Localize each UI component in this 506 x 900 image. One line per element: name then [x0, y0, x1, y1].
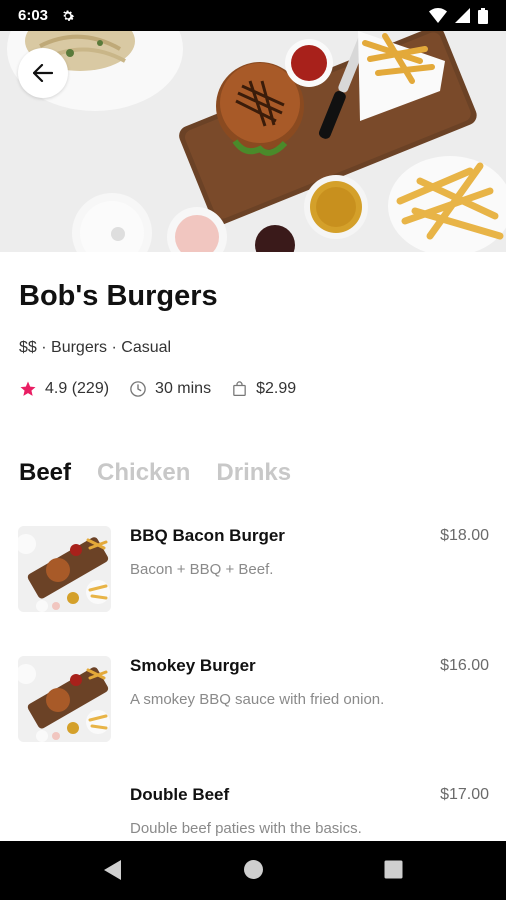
menu-item-price: $18.00: [440, 527, 489, 544]
menu-item-description: Bacon + BBQ + Beef.: [130, 561, 274, 578]
nav-recents-icon[interactable]: [384, 860, 403, 879]
nav-back-icon[interactable]: [102, 859, 122, 881]
delivery-time-text: 30 mins: [155, 380, 212, 397]
menu-item-name: Double Beef: [130, 785, 230, 804]
status-time: 6:03: [18, 7, 49, 24]
status-bar: 6:03: [0, 0, 506, 31]
restaurant-info-row: 4.9 (229) 30 mins $2.99: [19, 380, 296, 398]
hero-food-illustration: [0, 31, 506, 252]
restaurant-meta: $$ · Burgers · Casual: [19, 339, 172, 356]
battery-icon: [478, 7, 488, 24]
menu-item[interactable]: Double Beef Double beef paties with the …: [0, 785, 506, 841]
menu-item-name: Smokey Burger: [130, 656, 256, 675]
settings-gear-icon: [63, 9, 75, 21]
nav-home-icon[interactable]: [243, 859, 264, 880]
rating: 4.9 (229): [19, 380, 109, 398]
tab-chicken[interactable]: Chicken: [97, 459, 190, 487]
delivery-fee: $2.99: [231, 380, 296, 398]
wifi-icon: [429, 8, 447, 23]
signal-icon: [455, 8, 470, 23]
menu-item-price: $16.00: [440, 657, 489, 674]
tab-drinks[interactable]: Drinks: [216, 459, 291, 487]
menu-item-thumbnail: [18, 656, 111, 742]
menu-item-thumbnail: [18, 526, 111, 612]
rating-text: 4.9 (229): [45, 380, 110, 397]
delivery-fee-text: $2.99: [256, 380, 297, 397]
menu-item[interactable]: BBQ Bacon Burger Bacon + BBQ + Beef. $18…: [0, 526, 506, 636]
delivery-time: 30 mins: [129, 380, 211, 398]
food-thumbnail-image: [18, 526, 111, 612]
tab-beef[interactable]: Beef: [19, 459, 71, 487]
category-tabs: Beef Chicken Drinks: [19, 459, 291, 487]
restaurant-name: Bob's Burgers: [19, 280, 218, 312]
star-icon: [20, 381, 36, 396]
menu-item-description: Double beef paties with the basics.: [130, 820, 362, 837]
menu-item-name: BBQ Bacon Burger: [130, 526, 285, 545]
food-thumbnail-image: [18, 656, 111, 742]
back-arrow-icon: [33, 64, 53, 82]
menu-item-description: A smokey BBQ sauce with fried onion.: [130, 691, 385, 708]
menu-item[interactable]: Smokey Burger A smokey BBQ sauce with fr…: [0, 656, 506, 766]
menu-item-price: $17.00: [440, 786, 489, 803]
bag-icon: [233, 381, 246, 397]
navigation-bar: [0, 841, 506, 900]
hero-image: [0, 31, 506, 252]
back-button[interactable]: [18, 48, 68, 98]
clock-icon: [130, 381, 146, 397]
